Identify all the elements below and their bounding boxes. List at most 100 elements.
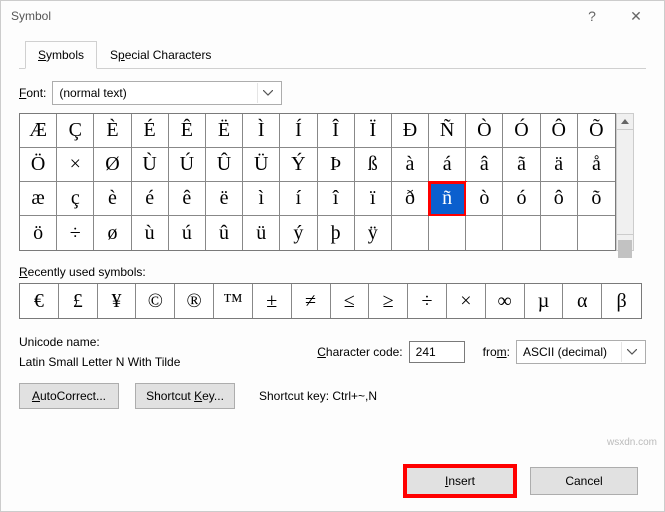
symbol-cell[interactable]: Æ xyxy=(20,114,57,148)
character-code-input[interactable]: 241 xyxy=(409,341,465,363)
symbol-cell[interactable]: Ý xyxy=(280,148,317,182)
symbol-cell[interactable]: û xyxy=(206,216,243,250)
symbol-cell[interactable] xyxy=(503,216,540,250)
recent-symbol-cell[interactable]: © xyxy=(136,284,175,318)
symbol-cell[interactable]: é xyxy=(132,182,169,216)
symbol-cell[interactable]: Í xyxy=(280,114,317,148)
tab-symbols[interactable]: Symbols xyxy=(25,41,97,69)
symbol-cell[interactable]: Ú xyxy=(169,148,206,182)
symbol-grid[interactable]: ÆÇÈÉÊËÌÍÎÏÐÑÒÓÔÕ Ö×ØÙÚÛÜÝÞßàáâãäå æçèéêëìí… xyxy=(19,113,616,251)
scroll-up-arrow-icon[interactable] xyxy=(616,113,634,130)
recent-symbol-cell[interactable]: ÷ xyxy=(408,284,447,318)
symbol-cell[interactable]: õ xyxy=(578,182,615,216)
symbol-cell[interactable]: æ xyxy=(20,182,57,216)
symbol-cell[interactable]: ú xyxy=(169,216,206,250)
symbol-cell[interactable]: Î xyxy=(318,114,355,148)
symbol-cell[interactable] xyxy=(466,216,503,250)
character-code-label: Character code: xyxy=(317,345,402,359)
symbol-cell[interactable]: á xyxy=(429,148,466,182)
symbol-cell[interactable]: è xyxy=(94,182,131,216)
symbol-cell[interactable]: Û xyxy=(206,148,243,182)
recent-symbol-cell[interactable]: α xyxy=(563,284,602,318)
symbol-cell[interactable]: ö xyxy=(20,216,57,250)
symbol-cell[interactable]: Ç xyxy=(57,114,94,148)
recent-symbol-cell[interactable]: ∞ xyxy=(486,284,525,318)
scroll-thumb[interactable] xyxy=(618,240,632,258)
symbol-cell[interactable]: Ô xyxy=(541,114,578,148)
font-select[interactable]: (normal text) xyxy=(52,81,282,105)
symbol-cell[interactable]: Ü xyxy=(243,148,280,182)
symbol-cell[interactable] xyxy=(392,216,429,250)
symbol-cell[interactable]: ó xyxy=(503,182,540,216)
shortcut-key-button[interactable]: Shortcut Key... xyxy=(135,383,235,409)
symbol-cell[interactable]: ã xyxy=(503,148,540,182)
symbol-grid-scrollbar[interactable] xyxy=(616,113,634,251)
symbol-cell[interactable]: Ò xyxy=(466,114,503,148)
recent-symbol-cell[interactable]: € xyxy=(20,284,59,318)
symbol-cell[interactable]: Ö xyxy=(20,148,57,182)
symbol-cell[interactable]: ì xyxy=(243,182,280,216)
symbol-cell[interactable]: Ð xyxy=(392,114,429,148)
symbol-cell[interactable]: ÿ xyxy=(355,216,392,250)
symbol-cell[interactable]: Ó xyxy=(503,114,540,148)
symbol-cell[interactable]: ò xyxy=(466,182,503,216)
close-button[interactable]: ✕ xyxy=(614,2,658,30)
symbol-cell[interactable] xyxy=(429,216,466,250)
symbol-cell[interactable]: â xyxy=(466,148,503,182)
help-button[interactable]: ? xyxy=(570,2,614,30)
tab-special-characters[interactable]: Special Characters xyxy=(97,41,224,69)
recent-symbol-cell[interactable]: ≤ xyxy=(331,284,370,318)
symbol-cell[interactable]: ï xyxy=(355,182,392,216)
symbol-cell[interactable]: ý xyxy=(280,216,317,250)
recent-symbol-cell[interactable]: ® xyxy=(175,284,214,318)
symbol-cell[interactable]: × xyxy=(57,148,94,182)
recent-symbol-cell[interactable]: µ xyxy=(525,284,564,318)
chevron-down-icon xyxy=(621,342,641,362)
symbol-cell[interactable]: ÷ xyxy=(57,216,94,250)
symbol-cell[interactable]: ø xyxy=(94,216,131,250)
symbol-cell[interactable] xyxy=(578,216,615,250)
recent-symbol-cell[interactable]: β xyxy=(602,284,641,318)
tab-special-label: Special Characters xyxy=(110,48,211,62)
insert-button[interactable]: Insert xyxy=(406,467,514,495)
symbol-cell[interactable] xyxy=(541,216,578,250)
recent-symbol-cell[interactable]: ™ xyxy=(214,284,253,318)
symbol-cell[interactable]: í xyxy=(280,182,317,216)
recent-symbol-cell[interactable]: ≥ xyxy=(369,284,408,318)
symbol-cell[interactable]: ù xyxy=(132,216,169,250)
symbol-cell[interactable]: È xyxy=(94,114,131,148)
symbol-cell[interactable]: Ñ xyxy=(429,114,466,148)
symbol-cell[interactable]: ð xyxy=(392,182,429,216)
symbol-cell[interactable]: Ù xyxy=(132,148,169,182)
symbol-cell[interactable]: ç xyxy=(57,182,94,216)
symbol-cell[interactable]: ü xyxy=(243,216,280,250)
cancel-button[interactable]: Cancel xyxy=(530,467,638,495)
recent-symbol-cell[interactable]: ≠ xyxy=(292,284,331,318)
symbol-cell[interactable]: ê xyxy=(169,182,206,216)
symbol-cell[interactable]: Ï xyxy=(355,114,392,148)
symbol-cell[interactable]: î xyxy=(318,182,355,216)
symbol-cell[interactable]: ä xyxy=(541,148,578,182)
symbol-cell[interactable]: Ë xyxy=(206,114,243,148)
autocorrect-button[interactable]: AutoCorrect... xyxy=(19,383,119,409)
recent-symbol-cell[interactable]: × xyxy=(447,284,486,318)
recent-symbol-cell[interactable]: £ xyxy=(59,284,98,318)
recent-symbol-cell[interactable]: ¥ xyxy=(98,284,137,318)
recent-symbols-grid[interactable]: €£¥©®™±≠≤≥÷×∞µαβ xyxy=(19,283,642,319)
symbol-cell[interactable]: ß xyxy=(355,148,392,182)
symbol-cell[interactable]: ë xyxy=(206,182,243,216)
symbol-cell[interactable]: ô xyxy=(541,182,578,216)
symbol-cell[interactable]: Ê xyxy=(169,114,206,148)
symbol-cell[interactable]: þ xyxy=(318,216,355,250)
recent-symbol-cell[interactable]: ± xyxy=(253,284,292,318)
symbol-cell[interactable]: à xyxy=(392,148,429,182)
symbol-cell[interactable]: Þ xyxy=(318,148,355,182)
symbol-cell[interactable]: Ø xyxy=(94,148,131,182)
symbol-cell[interactable]: Õ xyxy=(578,114,615,148)
symbol-cell[interactable]: Ì xyxy=(243,114,280,148)
symbol-cell[interactable]: É xyxy=(132,114,169,148)
from-select[interactable]: ASCII (decimal) xyxy=(516,340,646,364)
scroll-track[interactable] xyxy=(616,130,634,234)
symbol-cell[interactable]: ñ xyxy=(429,182,466,216)
symbol-cell[interactable]: å xyxy=(578,148,615,182)
